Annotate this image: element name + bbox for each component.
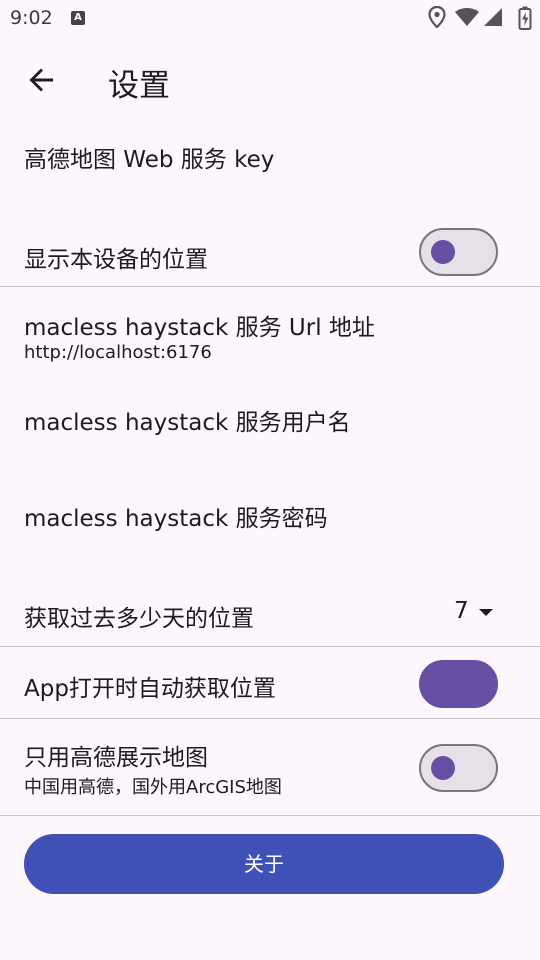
divider <box>0 815 540 816</box>
battery-charging-icon <box>518 6 532 30</box>
amap-only-title: 只用高德展示地图 <box>24 745 208 771</box>
days-to-fetch-title: 获取过去多少天的位置 <box>24 606 254 632</box>
amap-key-setting[interactable]: 高德地图 Web 服务 key <box>0 124 540 224</box>
days-dropdown-value: 7 <box>454 598 469 624</box>
signal-icon <box>484 8 502 26</box>
amap-only-subtitle: 中国用高德，国外用ArcGIS地图 <box>24 777 282 798</box>
server-url-setting[interactable]: macless haystack 服务 Url 地址 http://localh… <box>0 287 540 381</box>
amap-key-title: 高德地图 Web 服务 key <box>24 147 275 173</box>
switch-thumb <box>431 756 455 780</box>
arrow-back-icon <box>29 68 53 92</box>
server-url-value: http://localhost:6176 <box>24 342 212 363</box>
server-password-setting[interactable]: macless haystack 服务密码 <box>0 481 540 581</box>
days-to-fetch-setting: 获取过去多少天的位置 7 <box>0 581 540 646</box>
wifi-icon <box>455 8 479 26</box>
back-button[interactable] <box>18 56 66 104</box>
location-icon <box>428 6 446 28</box>
auto-fetch-title: App打开时自动获取位置 <box>24 676 276 702</box>
show-device-location-switch[interactable] <box>419 228 498 276</box>
amap-only-setting[interactable]: 只用高德展示地图 中国用高德，国外用ArcGIS地图 <box>0 719 540 815</box>
show-device-location-title: 显示本设备的位置 <box>24 247 208 273</box>
a-badge-icon: A <box>71 11 85 25</box>
page-title: 设置 <box>108 68 170 104</box>
server-url-title: macless haystack 服务 Url 地址 <box>24 315 375 341</box>
server-password-title: macless haystack 服务密码 <box>24 506 328 532</box>
show-device-location-setting[interactable]: 显示本设备的位置 <box>0 224 540 286</box>
server-username-title: macless haystack 服务用户名 <box>24 410 351 436</box>
dropdown-arrow-icon <box>479 609 493 616</box>
status-bar: 9:02 A <box>0 0 540 36</box>
auto-fetch-switch[interactable] <box>419 660 498 708</box>
days-dropdown[interactable]: 7 <box>450 595 500 631</box>
top-app-bar: 设置 <box>0 36 540 124</box>
about-button[interactable]: 关于 <box>24 834 504 894</box>
switch-thumb <box>431 240 455 264</box>
auto-fetch-setting[interactable]: App打开时自动获取位置 <box>0 647 540 718</box>
amap-only-switch[interactable] <box>419 744 498 792</box>
status-time: 9:02 <box>10 7 53 29</box>
server-username-setting[interactable]: macless haystack 服务用户名 <box>0 385 540 481</box>
